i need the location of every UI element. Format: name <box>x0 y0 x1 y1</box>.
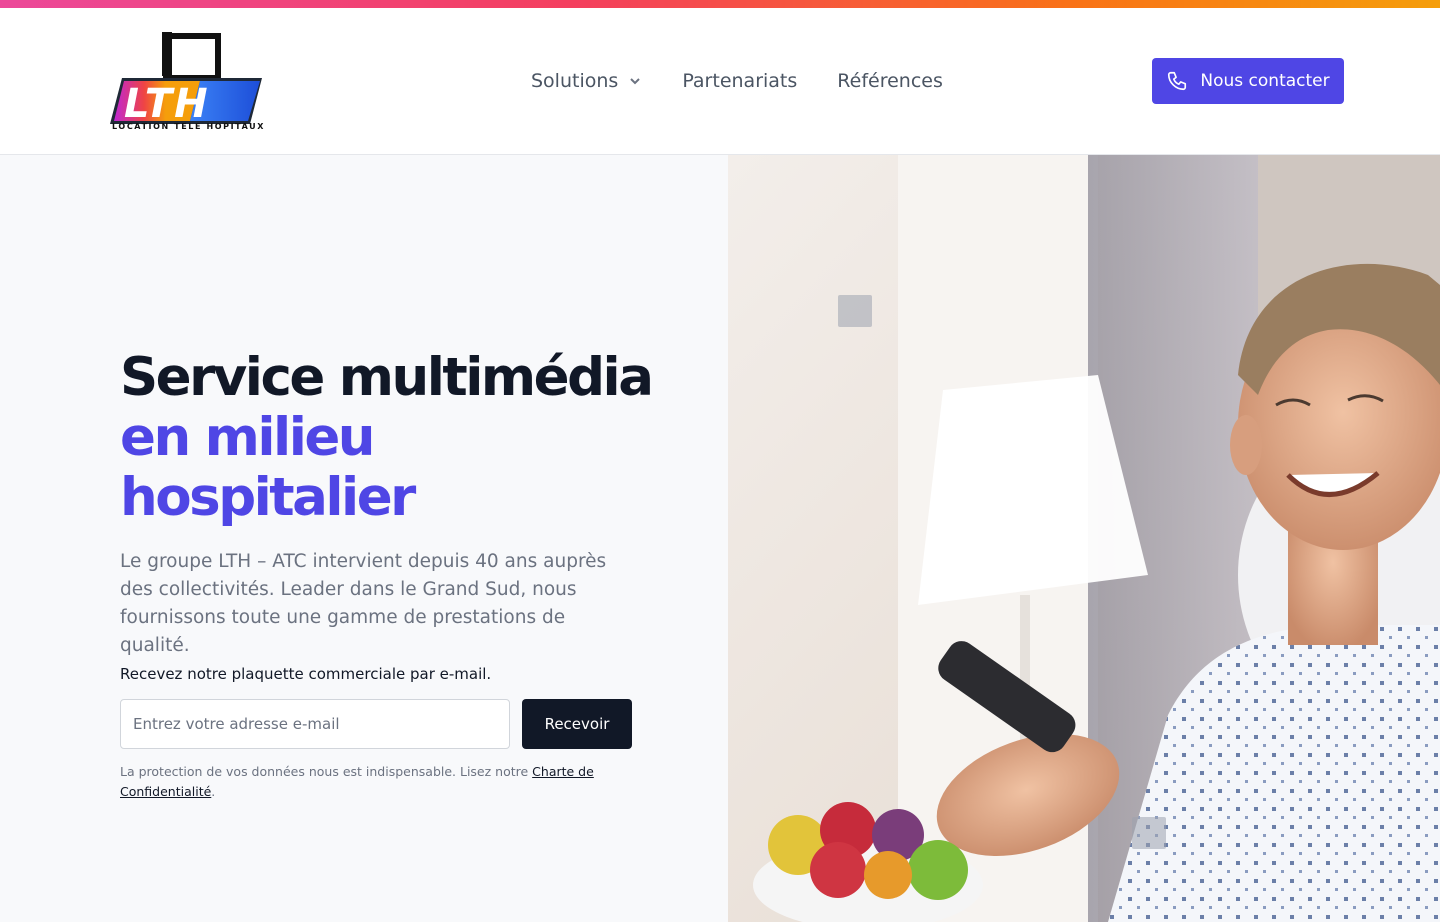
nav-item-label: Solutions <box>531 70 619 92</box>
hero-title-line1: Service multimédia <box>120 347 654 408</box>
chevron-down-icon <box>630 78 641 85</box>
lth-logo[interactable]: LTH LOCATION TELE HOPITAUX <box>110 32 270 142</box>
hero-left-panel <box>0 155 728 922</box>
hero-description: Le groupe LTH – ATC intervient depuis 40… <box>120 551 607 656</box>
site-header: LTH LOCATION TELE HOPITAUX Solutions Par… <box>0 8 1440 155</box>
email-input[interactable] <box>120 699 510 749</box>
privacy-text: La protection de vos données nous est in… <box>120 764 533 779</box>
phone-icon <box>1168 71 1187 91</box>
main-nav: Solutions Partenariats Références <box>531 70 943 92</box>
hero-photo <box>728 155 1440 922</box>
logo-tagline: LOCATION TELE HOPITAUX <box>112 122 266 131</box>
receive-button[interactable]: Recevoir <box>522 699 632 749</box>
hero-photo-illustration <box>728 155 1440 922</box>
top-gradient-bar <box>0 0 1440 8</box>
lth-logo-mark: LTH <box>110 32 262 127</box>
nav-item-solutions[interactable]: Solutions <box>531 70 642 92</box>
contact-button-label: Nous contacter <box>1200 71 1330 91</box>
hero-title-line2: en milieu <box>120 407 376 468</box>
nav-item-label: Références <box>837 70 943 92</box>
brochure-label: Recevez notre plaquette commerciale par … <box>120 665 492 683</box>
nav-item-label: Partenariats <box>682 70 798 92</box>
hero-title: Service multimédia en milieu hospitalier <box>120 347 654 528</box>
privacy-end: . <box>211 784 216 799</box>
privacy-notice: La protection de vos données nous est in… <box>120 762 620 802</box>
nav-item-references[interactable]: Références <box>837 70 943 92</box>
contact-button[interactable]: Nous contacter <box>1152 58 1344 104</box>
hero-title-line3: hospitalier <box>120 467 416 528</box>
svg-text:LTH: LTH <box>124 81 210 127</box>
nav-item-partenariats[interactable]: Partenariats <box>682 70 797 92</box>
